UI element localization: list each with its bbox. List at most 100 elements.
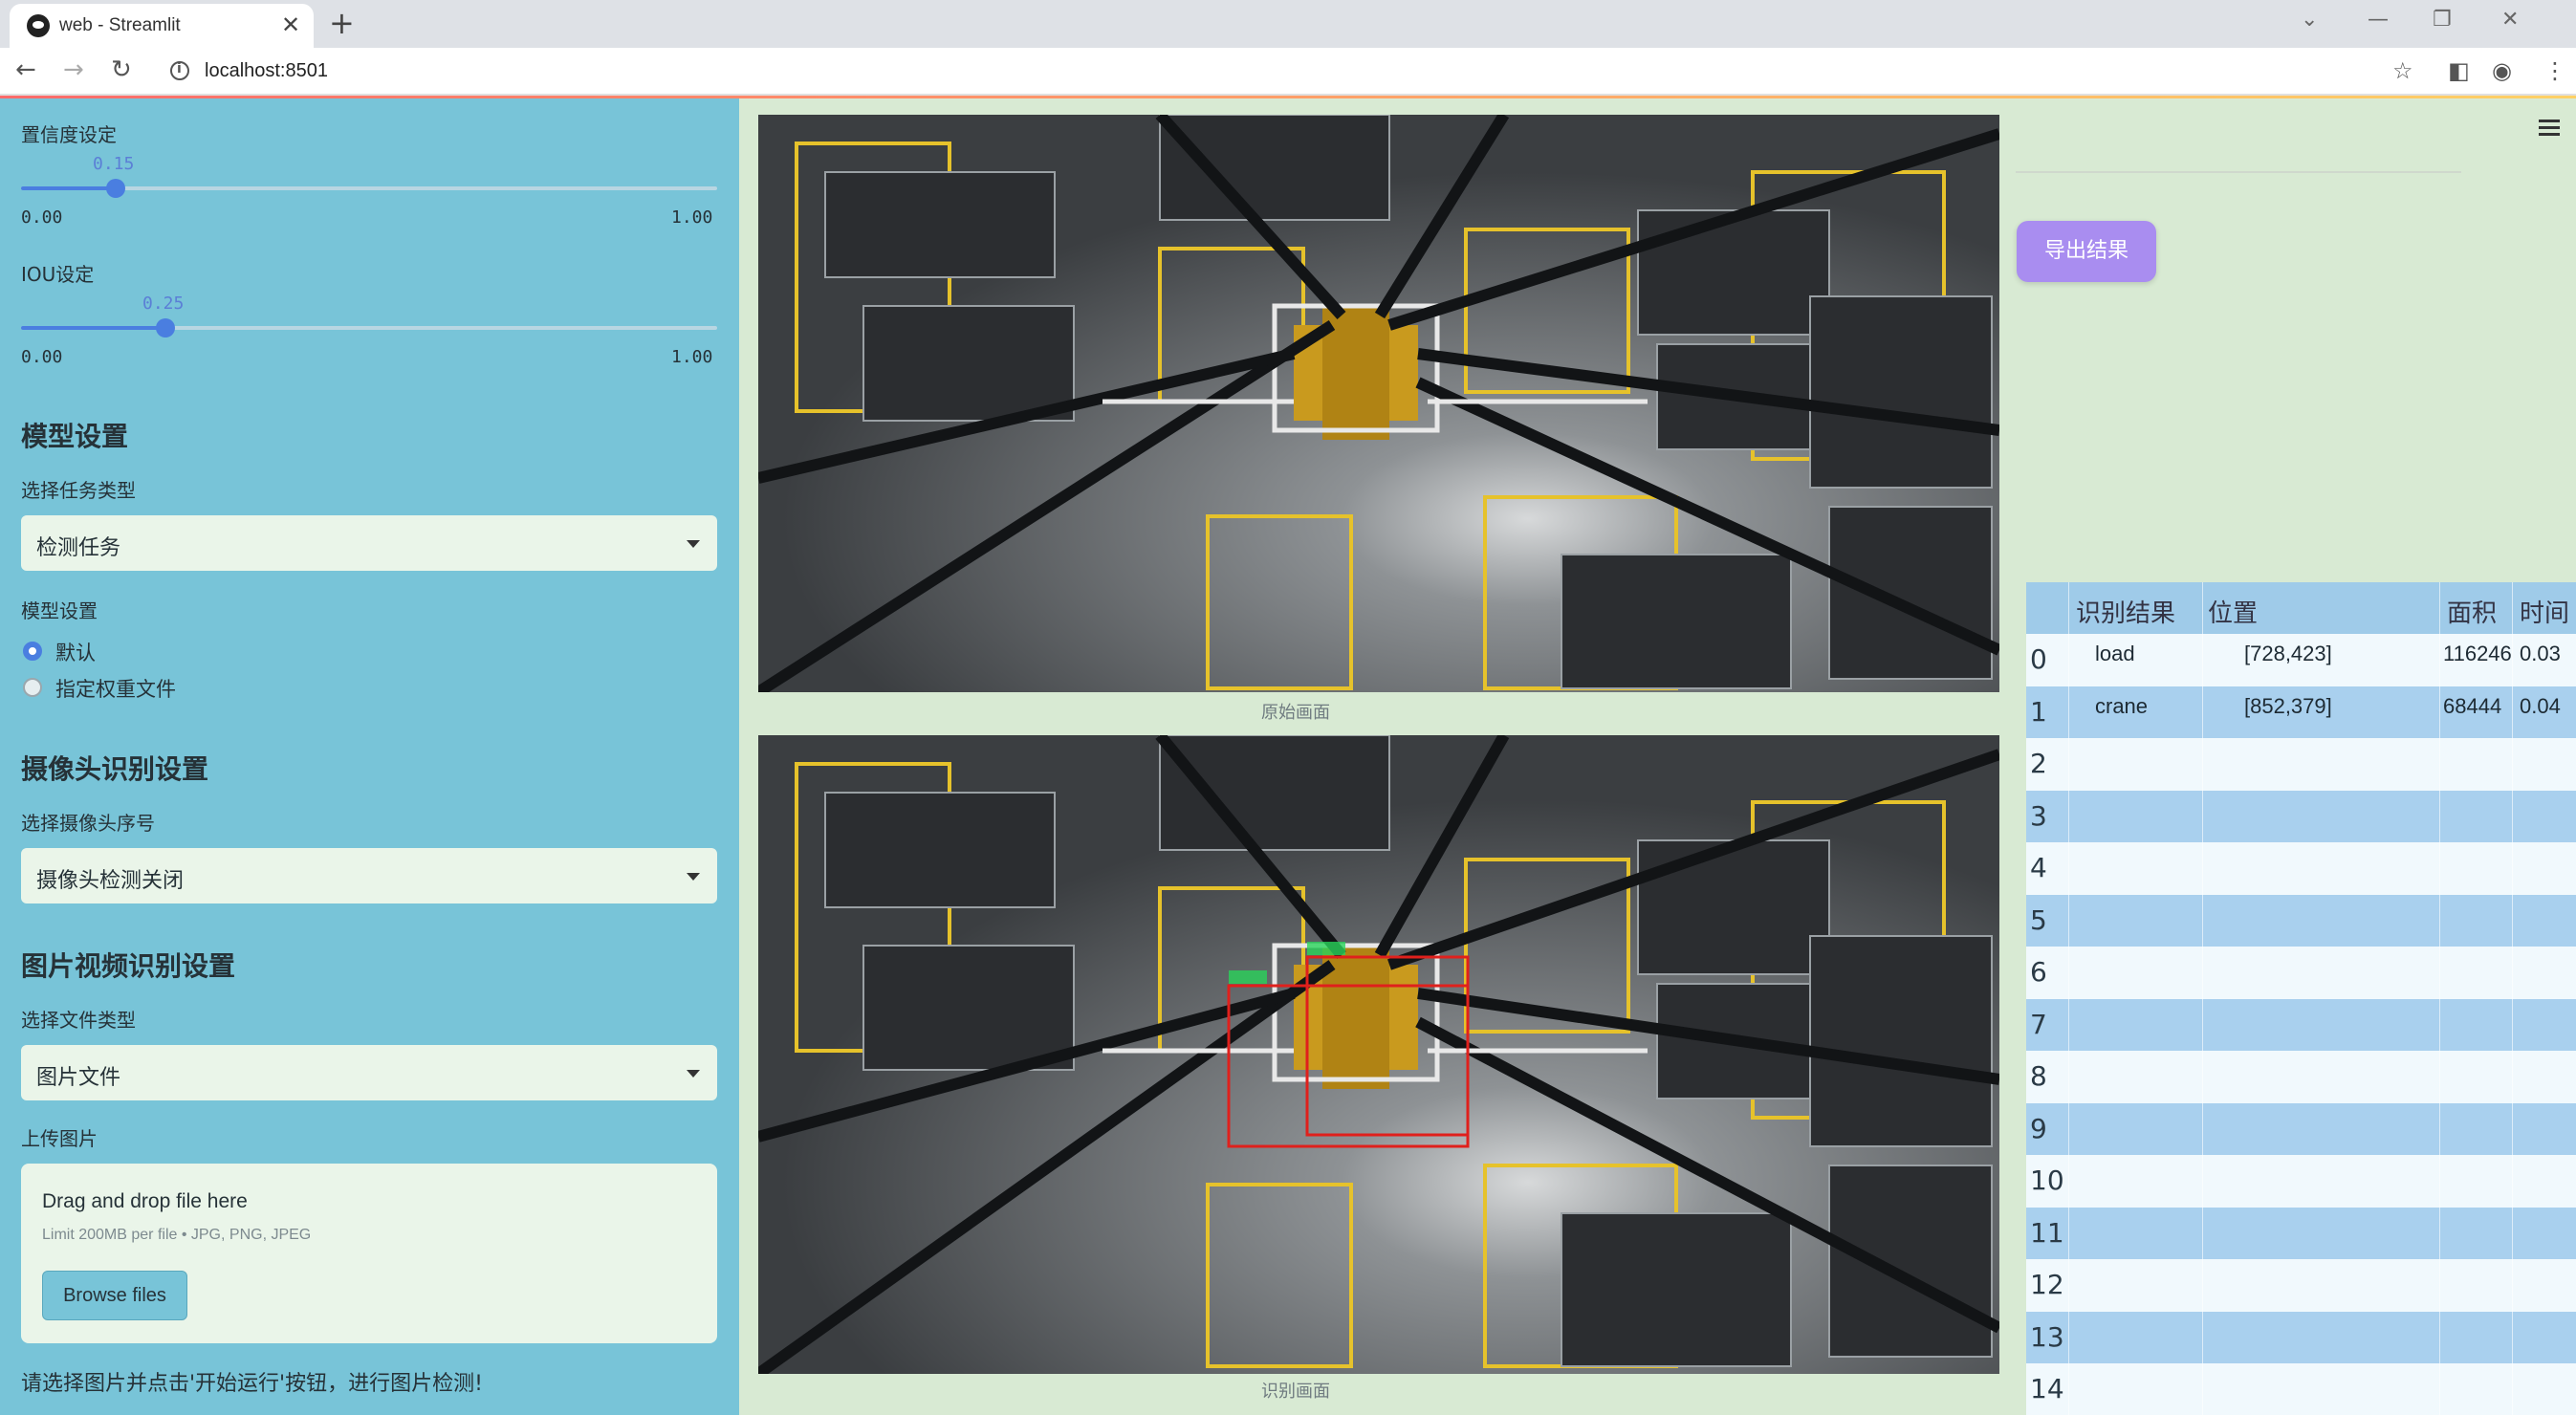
table-row[interactable]: 1 crane [852,379] 68444 0.04 bbox=[2026, 686, 2576, 739]
row-index: 0 bbox=[2030, 643, 2047, 675]
column-divider bbox=[2439, 582, 2440, 1415]
radio-custom-weights[interactable] bbox=[23, 678, 42, 697]
original-image-caption: 原始画面 bbox=[1261, 703, 1330, 723]
forward-icon[interactable]: → bbox=[63, 55, 84, 84]
model-settings-heading: 模型设置 bbox=[21, 421, 129, 452]
table-row[interactable]: 9 bbox=[2026, 1102, 2576, 1156]
site-info-icon[interactable] bbox=[170, 61, 189, 80]
close-tab-icon[interactable]: ✕ bbox=[281, 11, 300, 38]
cell-time: 0.04 bbox=[2520, 693, 2561, 718]
cell-label: crane bbox=[2095, 693, 2149, 718]
iou-label: IOU设定 bbox=[21, 263, 95, 286]
file-type-value: 图片文件 bbox=[36, 1066, 121, 1090]
url-text: localhost:8501 bbox=[205, 60, 328, 81]
camera-index-select[interactable]: 摄像头检测关闭 bbox=[21, 848, 717, 903]
col-header-position[interactable]: 位置 bbox=[2208, 594, 2258, 629]
main-content: 原始画面 识别画面 导出结果 识别结果 位置 面积 时间 0 load [728… bbox=[739, 98, 2576, 1415]
task-type-label: 选择任务类型 bbox=[21, 479, 136, 502]
hamburger-menu-icon[interactable] bbox=[2539, 120, 2560, 137]
column-divider bbox=[2202, 582, 2203, 1415]
task-type-select[interactable]: 检测任务 bbox=[21, 515, 717, 571]
side-panel-icon[interactable]: ◧ bbox=[2448, 57, 2470, 84]
table-row[interactable]: 3 bbox=[2026, 790, 2576, 843]
table-row[interactable]: 13 bbox=[2026, 1311, 2576, 1364]
browse-files-button[interactable]: Browse files bbox=[42, 1271, 187, 1320]
confidence-slider-thumb[interactable] bbox=[106, 179, 125, 198]
profile-avatar-icon[interactable]: ◉ bbox=[2492, 57, 2512, 84]
col-header-area[interactable]: 面积 bbox=[2447, 594, 2497, 629]
camera-index-value: 摄像头检测关闭 bbox=[36, 869, 185, 893]
file-uploader-dropzone[interactable]: Drag and drop file here Limit 200MB per … bbox=[21, 1164, 717, 1343]
table-row[interactable]: 7 bbox=[2026, 998, 2576, 1052]
table-row[interactable]: 4 bbox=[2026, 842, 2576, 895]
minimize-icon[interactable]: — bbox=[2368, 8, 2389, 32]
cell-label: load bbox=[2095, 642, 2135, 665]
table-row[interactable]: 8 bbox=[2026, 1051, 2576, 1103]
original-image bbox=[758, 115, 1999, 692]
table-row[interactable]: 0 load [728,423] 116246 0.03 bbox=[2026, 634, 2576, 686]
url-field[interactable]: localhost:8501 bbox=[161, 54, 2417, 88]
row-index: 10 bbox=[2030, 1165, 2064, 1196]
upload-label: 上传图片 bbox=[21, 1127, 98, 1150]
row-index: 3 bbox=[2030, 799, 2047, 832]
col-header-time[interactable]: 时间 bbox=[2520, 594, 2569, 629]
camera-index-label: 选择摄像头序号 bbox=[21, 812, 155, 835]
row-index: 14 bbox=[2030, 1373, 2064, 1404]
iou-slider-thumb[interactable] bbox=[156, 318, 175, 337]
sidebar: 置信度设定 0.15 0.00 1.00 IOU设定 0.25 0.00 1.0… bbox=[0, 98, 739, 1415]
browser-tab-bar: web - Streamlit ✕ + ⌄ — ❐ ✕ bbox=[0, 0, 2576, 48]
cell-area: 68444 bbox=[2443, 693, 2502, 718]
row-index: 2 bbox=[2030, 748, 2047, 779]
reload-icon[interactable]: ↻ bbox=[111, 55, 132, 84]
cell-time: 0.03 bbox=[2520, 642, 2561, 665]
radio-default-label[interactable]: 默认 bbox=[55, 638, 96, 666]
table-row[interactable]: 14 bbox=[2026, 1363, 2576, 1415]
browser-menu-icon[interactable]: ⋮ bbox=[2543, 57, 2566, 84]
results-table[interactable]: 识别结果 位置 面积 时间 0 load [728,423] 116246 0.03 1 c… bbox=[2026, 582, 2576, 1415]
new-tab-icon[interactable]: + bbox=[329, 5, 355, 41]
browser-tab[interactable]: web - Streamlit ✕ bbox=[10, 4, 314, 48]
back-icon[interactable]: ← bbox=[15, 55, 36, 84]
cell-position: [728,423] bbox=[2244, 642, 2332, 665]
cell-position: [852,379] bbox=[2244, 693, 2332, 718]
tab-search-icon[interactable]: ⌄ bbox=[2301, 8, 2318, 32]
chevron-down-icon bbox=[687, 1070, 700, 1078]
divider-line bbox=[2016, 171, 2461, 173]
iou-min: 0.00 bbox=[21, 347, 63, 367]
row-index: 11 bbox=[2030, 1216, 2064, 1249]
address-bar: ← → ↻ localhost:8501 ☆ ◧ ◉ ⋮ bbox=[0, 48, 2576, 96]
table-row[interactable]: 12 bbox=[2026, 1259, 2576, 1312]
window-controls: ⌄ — ❐ ✕ bbox=[2289, 0, 2576, 48]
column-divider bbox=[2512, 582, 2513, 1415]
iou-slider[interactable] bbox=[21, 318, 717, 337]
chevron-down-icon bbox=[687, 540, 700, 548]
restore-icon[interactable]: ❐ bbox=[2433, 8, 2452, 32]
radio-default[interactable] bbox=[23, 642, 42, 661]
confidence-min: 0.00 bbox=[21, 207, 63, 228]
table-row[interactable]: 2 bbox=[2026, 738, 2576, 791]
confidence-label: 置信度设定 bbox=[21, 123, 117, 146]
tab-title: web - Streamlit bbox=[59, 15, 181, 35]
confidence-slider[interactable] bbox=[21, 179, 717, 198]
table-row[interactable]: 5 bbox=[2026, 894, 2576, 947]
detected-image bbox=[758, 735, 1999, 1374]
confidence-value: 0.15 bbox=[93, 154, 135, 174]
radio-custom-weights-label[interactable]: 指定权重文件 bbox=[55, 674, 176, 703]
camera-settings-heading: 摄像头识别设置 bbox=[21, 753, 209, 785]
export-results-button[interactable]: 导出结果 bbox=[2017, 221, 2156, 282]
chevron-down-icon bbox=[687, 873, 700, 881]
row-index: 1 bbox=[2030, 695, 2047, 728]
table-row[interactable]: 10 bbox=[2026, 1155, 2576, 1208]
upload-dropzone-title: Drag and drop file here bbox=[42, 1190, 248, 1212]
table-row[interactable]: 6 bbox=[2026, 947, 2576, 999]
upload-limit-text: Limit 200MB per file • JPG, PNG, JPEG bbox=[42, 1227, 312, 1243]
row-index: 5 bbox=[2030, 903, 2047, 936]
close-window-icon[interactable]: ✕ bbox=[2501, 8, 2519, 32]
confidence-max: 1.00 bbox=[671, 207, 713, 228]
table-row[interactable]: 11 bbox=[2026, 1207, 2576, 1260]
col-header-result[interactable]: 识别结果 bbox=[2076, 594, 2175, 629]
bookmark-star-icon[interactable]: ☆ bbox=[2392, 57, 2413, 84]
detected-image-caption: 识别画面 bbox=[1261, 1382, 1330, 1402]
row-index: 12 bbox=[2030, 1269, 2064, 1300]
file-type-select[interactable]: 图片文件 bbox=[21, 1045, 717, 1100]
